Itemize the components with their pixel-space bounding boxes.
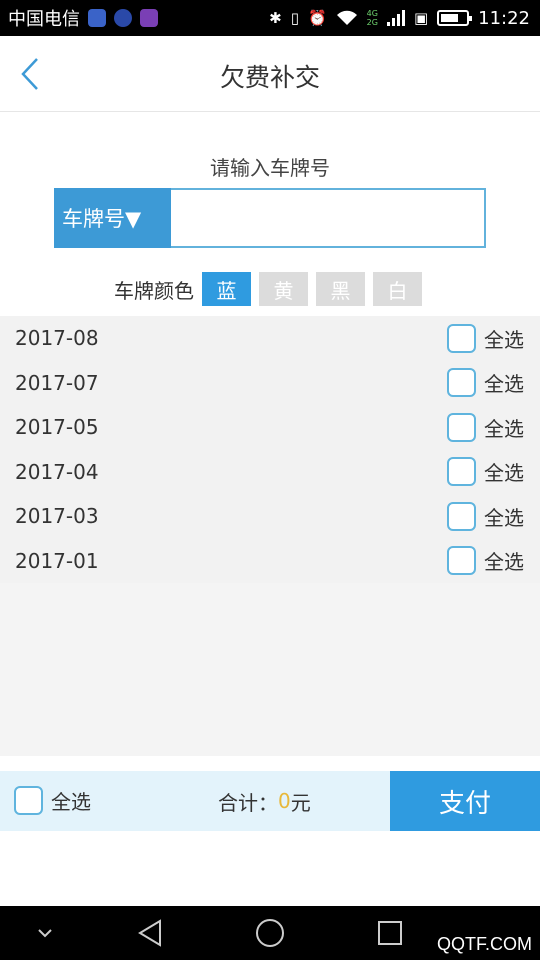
- payment-bar: 全选 合计： 0 元 支付: [0, 771, 540, 831]
- select-all-label: 全选: [484, 550, 524, 575]
- bluetooth-icon: ✱: [269, 9, 282, 27]
- select-all-label: 全选: [484, 505, 524, 530]
- list-item: 2017-08 全选: [0, 316, 540, 361]
- month-label: 2017-04: [15, 459, 99, 484]
- home-circle-icon: [256, 919, 284, 947]
- select-all-label: 全选: [484, 372, 524, 397]
- total-amount: 0: [278, 789, 291, 813]
- clock: 11:22: [478, 7, 530, 29]
- vibrate-icon: ▯: [290, 9, 299, 27]
- app-notification-icon: [114, 9, 132, 27]
- checkbox[interactable]: [447, 501, 476, 531]
- watermark: QQTF.COM: [437, 934, 532, 954]
- color-option-white[interactable]: 白: [373, 272, 422, 306]
- checkbox[interactable]: [447, 323, 476, 353]
- alarm-icon: ⏰: [307, 9, 327, 27]
- nav-recents-button[interactable]: [368, 906, 412, 960]
- checkbox[interactable]: [447, 368, 476, 398]
- month-select-all[interactable]: 全选: [447, 457, 524, 487]
- plate-type-dropdown[interactable]: 车牌号▼: [54, 188, 171, 248]
- network-type: 4G 2G: [367, 9, 378, 27]
- month-select-all[interactable]: 全选: [447, 368, 524, 398]
- app-header: 欠费补交: [0, 36, 540, 112]
- checkbox[interactable]: [447, 412, 476, 442]
- list-item: 2017-05 全选: [0, 405, 540, 450]
- signal-icon: [386, 10, 405, 26]
- select-all-label: 全选: [51, 790, 91, 814]
- carrier-name: 中国电信: [8, 9, 80, 30]
- recents-square-icon: [378, 921, 402, 945]
- select-all-label: 全选: [484, 327, 524, 352]
- network-2g-label: 2G: [366, 18, 378, 27]
- color-option-blue[interactable]: 蓝: [202, 272, 251, 306]
- plate-input-row: 车牌号▼: [54, 188, 486, 248]
- chevron-down-icon: [38, 929, 52, 938]
- back-triangle-icon: [138, 919, 161, 947]
- status-bar: 中国电信 ✱ ▯ ⏰ 4G 2G ▣ 11:22: [0, 0, 540, 36]
- currency-unit: 元: [290, 790, 311, 815]
- month-label: 2017-01: [15, 548, 99, 573]
- gallery-notification-icon: [140, 9, 158, 27]
- checkbox[interactable]: [14, 786, 43, 815]
- checkbox[interactable]: [447, 457, 476, 487]
- nav-home-button[interactable]: [248, 906, 292, 960]
- select-all-label: 全选: [484, 461, 524, 486]
- list-item: 2017-03 全选: [0, 494, 540, 539]
- hide-nav-button[interactable]: [30, 906, 60, 960]
- month-label: 2017-03: [15, 504, 99, 529]
- plate-color-label: 车牌颜色: [114, 278, 194, 303]
- month-label: 2017-07: [15, 370, 99, 395]
- color-option-black[interactable]: 黑: [316, 272, 365, 306]
- page-title: 欠费补交: [219, 63, 320, 92]
- pay-button[interactable]: 支付: [390, 771, 540, 831]
- plate-color-row: 车牌颜色 蓝 黄 黑 白: [114, 272, 430, 306]
- arrears-month-list: 2017-08 全选 2017-07 全选 2017-05 全选 2017-04…: [0, 316, 540, 756]
- select-all-toggle[interactable]: 全选: [14, 786, 91, 815]
- status-left: 中国电信: [8, 0, 158, 36]
- month-select-all[interactable]: 全选: [447, 501, 524, 531]
- select-all-label: 全选: [484, 416, 524, 441]
- list-item: 2017-01 全选: [0, 538, 540, 583]
- network-4g-label: 4G: [366, 9, 378, 18]
- month-label: 2017-05: [15, 415, 99, 440]
- checkbox[interactable]: [447, 546, 476, 576]
- navigation-bar: QQTF.COM: [0, 906, 540, 960]
- month-select-all[interactable]: 全选: [447, 323, 524, 353]
- total-label: 合计：: [218, 790, 278, 815]
- month-label: 2017-08: [15, 326, 99, 351]
- total-display: 合计： 0 元: [218, 771, 311, 831]
- app-notification-icon: [88, 9, 106, 27]
- month-select-all[interactable]: 全选: [447, 546, 524, 576]
- list-item: 2017-04 全选: [0, 449, 540, 494]
- wifi-icon: [336, 10, 357, 25]
- plate-prompt: 请输入车牌号: [210, 156, 330, 180]
- color-option-yellow[interactable]: 黄: [259, 272, 308, 306]
- nav-back-button[interactable]: [128, 906, 172, 960]
- list-item: 2017-07 全选: [0, 360, 540, 405]
- month-select-all[interactable]: 全选: [447, 412, 524, 442]
- battery-icon: [437, 10, 473, 26]
- sim-icon: ▣: [413, 9, 429, 27]
- status-right: ✱ ▯ ⏰ 4G 2G ▣ 11:22: [269, 0, 530, 36]
- plate-number-input[interactable]: [171, 188, 486, 248]
